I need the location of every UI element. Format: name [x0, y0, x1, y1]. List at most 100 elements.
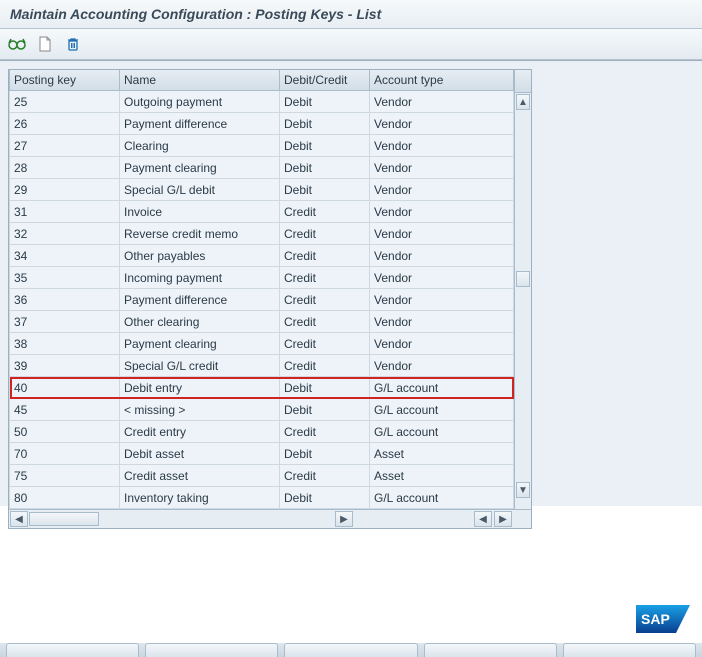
cell-dc[interactable]: Credit — [280, 201, 370, 223]
cell-key[interactable]: 45 — [10, 399, 120, 421]
horizontal-scrollbar[interactable]: ◀ ▶ ◀ ▶ — [9, 509, 531, 528]
cell-acc[interactable]: Vendor — [370, 333, 514, 355]
scroll-up-icon[interactable]: ▲ — [516, 94, 530, 110]
glasses-icon[interactable] — [8, 35, 26, 53]
cell-acc[interactable]: Vendor — [370, 355, 514, 377]
cell-key[interactable]: 37 — [10, 311, 120, 333]
cell-key[interactable]: 25 — [10, 91, 120, 113]
table-row[interactable]: 31InvoiceCreditVendor — [10, 201, 514, 223]
table-row[interactable]: 25Outgoing paymentDebitVendor — [10, 91, 514, 113]
table-row[interactable]: 38Payment clearingCreditVendor — [10, 333, 514, 355]
cell-key[interactable]: 31 — [10, 201, 120, 223]
cell-key[interactable]: 29 — [10, 179, 120, 201]
cell-acc[interactable]: G/L account — [370, 377, 514, 399]
cell-name[interactable]: Credit asset — [120, 465, 280, 487]
cell-dc[interactable]: Credit — [280, 355, 370, 377]
table-row[interactable]: 70Debit assetDebitAsset — [10, 443, 514, 465]
trash-icon[interactable] — [64, 35, 82, 53]
cell-dc[interactable]: Debit — [280, 179, 370, 201]
taskbar-segment[interactable] — [563, 643, 696, 657]
cell-dc[interactable]: Debit — [280, 135, 370, 157]
cell-dc[interactable]: Credit — [280, 245, 370, 267]
cell-dc[interactable]: Debit — [280, 377, 370, 399]
cell-key[interactable]: 70 — [10, 443, 120, 465]
cell-name[interactable]: < missing > — [120, 399, 280, 421]
cell-key[interactable]: 36 — [10, 289, 120, 311]
cell-acc[interactable]: Vendor — [370, 223, 514, 245]
cell-key[interactable]: 40 — [10, 377, 120, 399]
taskbar-segment[interactable] — [145, 643, 278, 657]
cell-name[interactable]: Outgoing payment — [120, 91, 280, 113]
table-row[interactable]: 40Debit entryDebitG/L account — [10, 377, 514, 399]
cell-name[interactable]: Reverse credit memo — [120, 223, 280, 245]
col-scroll-left-icon[interactable]: ◀ — [474, 511, 492, 527]
cell-key[interactable]: 80 — [10, 487, 120, 509]
cell-key[interactable]: 27 — [10, 135, 120, 157]
cell-acc[interactable]: Vendor — [370, 135, 514, 157]
cell-name[interactable]: Clearing — [120, 135, 280, 157]
scroll-right-icon[interactable]: ▶ — [335, 511, 353, 527]
table-row[interactable]: 32Reverse credit memoCreditVendor — [10, 223, 514, 245]
cell-dc[interactable]: Credit — [280, 289, 370, 311]
cell-key[interactable]: 38 — [10, 333, 120, 355]
col-header-debit-credit[interactable]: Debit/Credit — [280, 70, 370, 91]
cell-acc[interactable]: Asset — [370, 465, 514, 487]
table-row[interactable]: 80Inventory takingDebitG/L account — [10, 487, 514, 509]
table-row[interactable]: 50Credit entryCreditG/L account — [10, 421, 514, 443]
scroll-thumb[interactable] — [516, 271, 530, 287]
cell-name[interactable]: Debit entry — [120, 377, 280, 399]
cell-dc[interactable]: Credit — [280, 333, 370, 355]
cell-name[interactable]: Payment difference — [120, 113, 280, 135]
cell-acc[interactable]: Vendor — [370, 289, 514, 311]
cell-acc[interactable]: Vendor — [370, 91, 514, 113]
cell-name[interactable]: Invoice — [120, 201, 280, 223]
cell-acc[interactable]: Vendor — [370, 311, 514, 333]
cell-key[interactable]: 50 — [10, 421, 120, 443]
col-header-account-type[interactable]: Account type — [370, 70, 514, 91]
taskbar-segment[interactable] — [6, 643, 139, 657]
cell-name[interactable]: Payment difference — [120, 289, 280, 311]
table-row[interactable]: 34Other payablesCreditVendor — [10, 245, 514, 267]
cell-dc[interactable]: Credit — [280, 465, 370, 487]
cell-dc[interactable]: Debit — [280, 113, 370, 135]
cell-name[interactable]: Other clearing — [120, 311, 280, 333]
cell-dc[interactable]: Debit — [280, 487, 370, 509]
cell-key[interactable]: 39 — [10, 355, 120, 377]
cell-acc[interactable]: G/L account — [370, 421, 514, 443]
col-scroll-right-icon[interactable]: ▶ — [494, 511, 512, 527]
table-row[interactable]: 35Incoming paymentCreditVendor — [10, 267, 514, 289]
cell-name[interactable]: Debit asset — [120, 443, 280, 465]
new-page-icon[interactable] — [36, 35, 54, 53]
taskbar-segment[interactable] — [284, 643, 417, 657]
cell-dc[interactable]: Credit — [280, 311, 370, 333]
taskbar-segment[interactable] — [424, 643, 557, 657]
cell-key[interactable]: 35 — [10, 267, 120, 289]
table-row[interactable]: 75Credit assetCreditAsset — [10, 465, 514, 487]
cell-dc[interactable]: Credit — [280, 223, 370, 245]
cell-acc[interactable]: Vendor — [370, 267, 514, 289]
cell-key[interactable]: 34 — [10, 245, 120, 267]
cell-dc[interactable]: Credit — [280, 421, 370, 443]
cell-key[interactable]: 32 — [10, 223, 120, 245]
cell-dc[interactable]: Credit — [280, 267, 370, 289]
vertical-scrollbar[interactable]: ▲ ▼ — [514, 70, 531, 509]
cell-name[interactable]: Payment clearing — [120, 333, 280, 355]
table-row[interactable]: 27ClearingDebitVendor — [10, 135, 514, 157]
scroll-down-icon[interactable]: ▼ — [516, 482, 530, 498]
cell-name[interactable]: Incoming payment — [120, 267, 280, 289]
cell-dc[interactable]: Debit — [280, 443, 370, 465]
cell-acc[interactable]: G/L account — [370, 487, 514, 509]
cell-key[interactable]: 26 — [10, 113, 120, 135]
cell-dc[interactable]: Debit — [280, 91, 370, 113]
cell-acc[interactable]: Asset — [370, 443, 514, 465]
table-row[interactable]: 39Special G/L creditCreditVendor — [10, 355, 514, 377]
table-row[interactable]: 29Special G/L debitDebitVendor — [10, 179, 514, 201]
cell-acc[interactable]: Vendor — [370, 157, 514, 179]
table-row[interactable]: 45< missing >DebitG/L account — [10, 399, 514, 421]
cell-acc[interactable]: Vendor — [370, 201, 514, 223]
table-row[interactable]: 36Payment differenceCreditVendor — [10, 289, 514, 311]
scroll-track[interactable] — [516, 111, 530, 481]
cell-acc[interactable]: G/L account — [370, 399, 514, 421]
table-row[interactable]: 37Other clearingCreditVendor — [10, 311, 514, 333]
cell-acc[interactable]: Vendor — [370, 179, 514, 201]
